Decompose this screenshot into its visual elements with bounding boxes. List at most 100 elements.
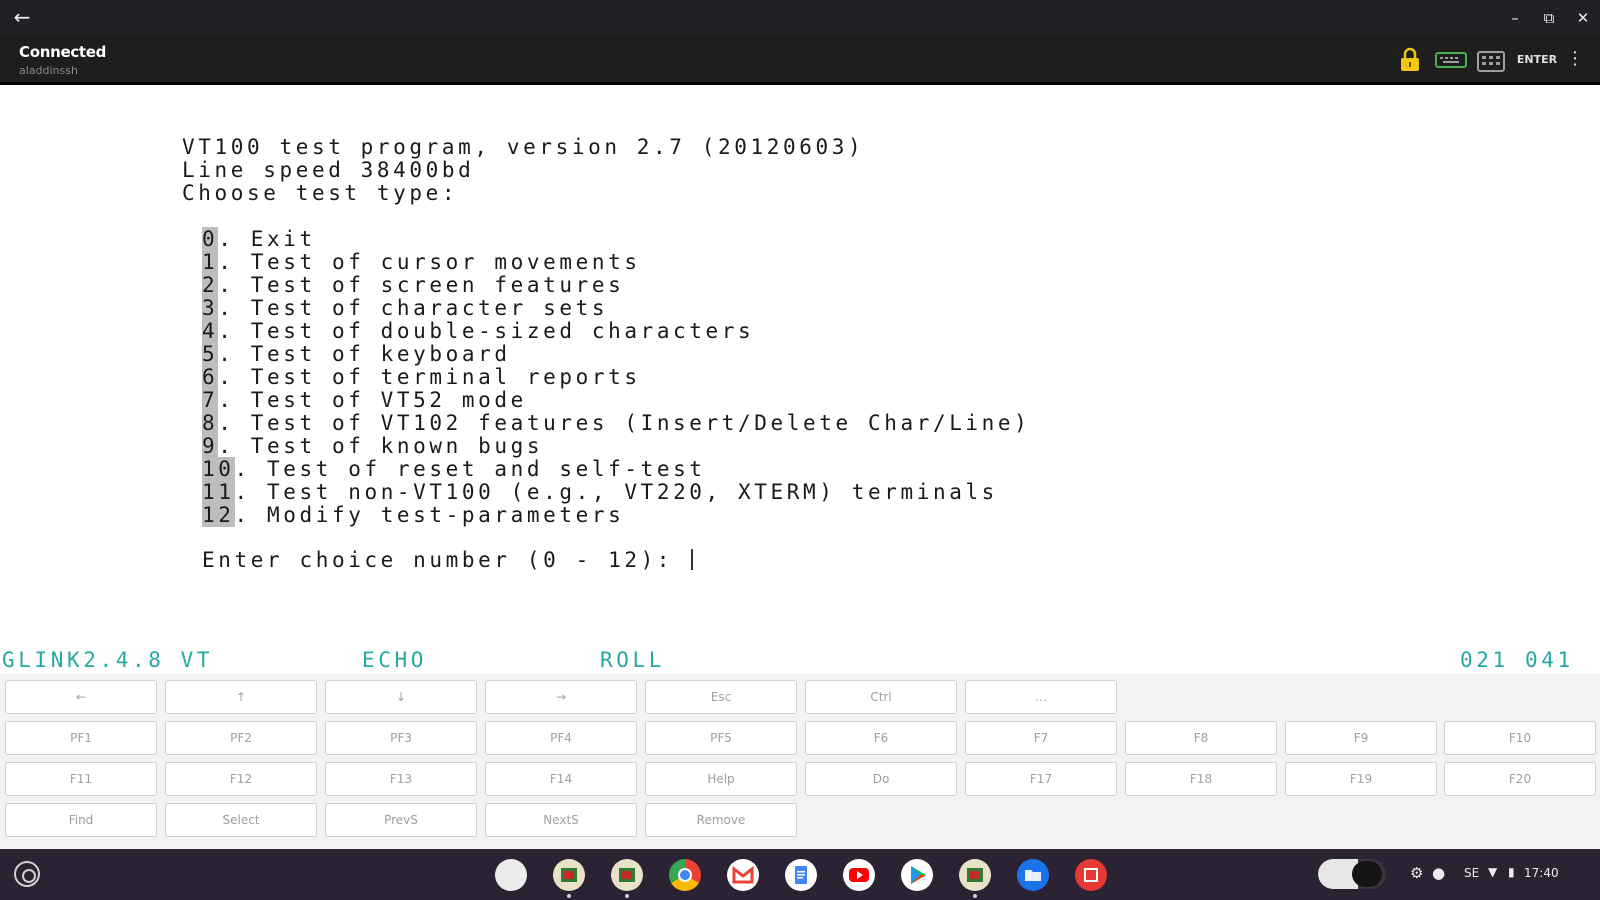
option-text: . Modify test-parameters <box>234 503 625 527</box>
option-number: 0 <box>202 227 219 251</box>
status-tray[interactable]: ⚙ ● SE ▼ ▮ 17:40 <box>1402 859 1592 889</box>
option-number: 4 <box>202 319 219 343</box>
running-indicator <box>567 894 571 898</box>
key-arrow-down[interactable]: ↓ <box>325 680 477 714</box>
glink-app-icon[interactable] <box>611 859 643 891</box>
keypad-toggle-icon[interactable] <box>1476 47 1506 73</box>
key-f18[interactable]: F18 <box>1125 762 1277 796</box>
key-f20[interactable]: F20 <box>1444 762 1596 796</box>
close-icon[interactable]: ✕ <box>1572 7 1594 29</box>
key-f12[interactable]: F12 <box>165 762 317 796</box>
holding-space-tray[interactable] <box>1318 859 1386 889</box>
key-f14[interactable]: F14 <box>485 762 637 796</box>
option-text: . Test of known bugs <box>218 434 544 458</box>
option-text: . Test of reset and self-test <box>234 457 706 481</box>
menu-option: 9. Test of known bugs <box>202 434 543 458</box>
key-f13[interactable]: F13 <box>325 762 477 796</box>
key-pf1[interactable]: PF1 <box>5 721 157 755</box>
connection-status: Connected <box>19 43 107 61</box>
menu-option: 10. Test of reset and self-test <box>202 457 706 481</box>
keyboard-icon[interactable] <box>1435 47 1467 73</box>
minimize-icon[interactable]: – <box>1504 7 1526 29</box>
key-esc[interactable]: Esc <box>645 680 797 714</box>
chrome-icon[interactable] <box>669 859 701 891</box>
glink-app-icon[interactable] <box>959 859 991 891</box>
choice-prompt[interactable]: Enter choice number (0 - 12): <box>202 548 694 572</box>
option-text: . Test of screen features <box>218 273 625 297</box>
key-help[interactable]: Help <box>645 762 797 796</box>
menu-option: 6. Test of terminal reports <box>202 365 641 389</box>
shield-app-icon[interactable] <box>495 859 527 891</box>
key-f9[interactable]: F9 <box>1285 721 1437 755</box>
status-product: GLINK2.4.8 VT <box>2 648 214 672</box>
restore-icon[interactable]: ⧉ <box>1538 7 1560 29</box>
key-find[interactable]: Find <box>5 803 157 837</box>
gmail-icon[interactable] <box>727 859 759 891</box>
terminal-screen[interactable]: VT100 test program, version 2.7 (2012060… <box>0 88 1600 640</box>
menu-option: 12. Modify test-parameters <box>202 503 624 527</box>
option-number: 8 <box>202 411 219 435</box>
key-f10[interactable]: F10 <box>1444 721 1596 755</box>
key-f8[interactable]: F8 <box>1125 721 1277 755</box>
key-pf5[interactable]: PF5 <box>645 721 797 755</box>
key-ctrl[interactable]: Ctrl <box>805 680 957 714</box>
gear-icon: ⚙ <box>1410 864 1424 882</box>
wifi-icon: ▼ <box>1488 865 1498 879</box>
key-arrow-left[interactable]: ← <box>5 680 157 714</box>
more-vert-icon[interactable]: ⋮ <box>1566 47 1584 73</box>
key-select[interactable]: Select <box>165 803 317 837</box>
status-cursor-position: 021 041 <box>1460 648 1574 672</box>
info-icon: ● <box>1432 864 1446 882</box>
key-remove[interactable]: Remove <box>645 803 797 837</box>
network-label: SE <box>1464 866 1480 880</box>
key-f11[interactable]: F11 <box>5 762 157 796</box>
clock: 17:40 <box>1524 866 1559 880</box>
glink-app-icon[interactable] <box>553 859 585 891</box>
files-icon[interactable] <box>1017 859 1049 891</box>
terminal-header-line: Line speed 38400bd <box>182 158 475 182</box>
prompt-text: Enter choice number (0 - 12): <box>202 548 690 572</box>
host-name: aladdinssh <box>19 64 78 77</box>
menu-option: 11. Test non-VT100 (e.g., VT220, XTERM) … <box>202 480 998 504</box>
running-indicator <box>625 894 629 898</box>
key-pf2[interactable]: PF2 <box>165 721 317 755</box>
running-indicator <box>973 894 977 898</box>
key-prevs[interactable]: PrevS <box>325 803 477 837</box>
option-number: 2 <box>202 273 219 297</box>
status-echo: ECHO <box>362 648 427 672</box>
key-f7[interactable]: F7 <box>965 721 1117 755</box>
option-text: . Test of keyboard <box>218 342 511 366</box>
launcher-icon[interactable] <box>14 861 40 887</box>
youtube-icon[interactable] <box>843 859 875 891</box>
docs-icon[interactable] <box>785 859 817 891</box>
back-arrow-icon[interactable]: ← <box>10 6 34 30</box>
option-text: . Test of double-sized characters <box>218 319 755 343</box>
soft-keypad: ← ↑ ↓ → Esc Ctrl … PF1 PF2 PF3 PF4 PF5 F… <box>0 674 1600 849</box>
option-text: . Test of cursor movements <box>218 250 641 274</box>
key-nexts[interactable]: NextS <box>485 803 637 837</box>
option-number: 1 <box>202 250 219 274</box>
os-shelf: ⚙ ● SE ▼ ▮ 17:40 <box>0 849 1600 900</box>
key-pf4[interactable]: PF4 <box>485 721 637 755</box>
option-number: 6 <box>202 365 219 389</box>
menu-option: 3. Test of character sets <box>202 296 608 320</box>
key-do[interactable]: Do <box>805 762 957 796</box>
play-store-icon[interactable] <box>901 859 933 891</box>
menu-option: 5. Test of keyboard <box>202 342 511 366</box>
key-arrow-up[interactable]: ↑ <box>165 680 317 714</box>
key-f17[interactable]: F17 <box>965 762 1117 796</box>
lock-icon[interactable] <box>1399 47 1421 73</box>
window-titlebar: ← – ⧉ ✕ <box>0 0 1600 35</box>
key-f6[interactable]: F6 <box>805 721 957 755</box>
option-text: . Test of VT102 features (Insert/Delete … <box>218 411 1031 435</box>
terminal-header-line: VT100 test program, version 2.7 (2012060… <box>182 135 865 159</box>
key-f19[interactable]: F19 <box>1285 762 1437 796</box>
app-red-icon[interactable] <box>1075 859 1107 891</box>
key-arrow-right[interactable]: → <box>485 680 637 714</box>
option-number: 9 <box>202 434 219 458</box>
status-roll: ROLL <box>600 648 665 672</box>
key-more[interactable]: … <box>965 680 1117 714</box>
option-text: . Test of VT52 mode <box>218 388 527 412</box>
key-pf3[interactable]: PF3 <box>325 721 477 755</box>
enter-key-button[interactable]: ENTER <box>1515 47 1559 73</box>
